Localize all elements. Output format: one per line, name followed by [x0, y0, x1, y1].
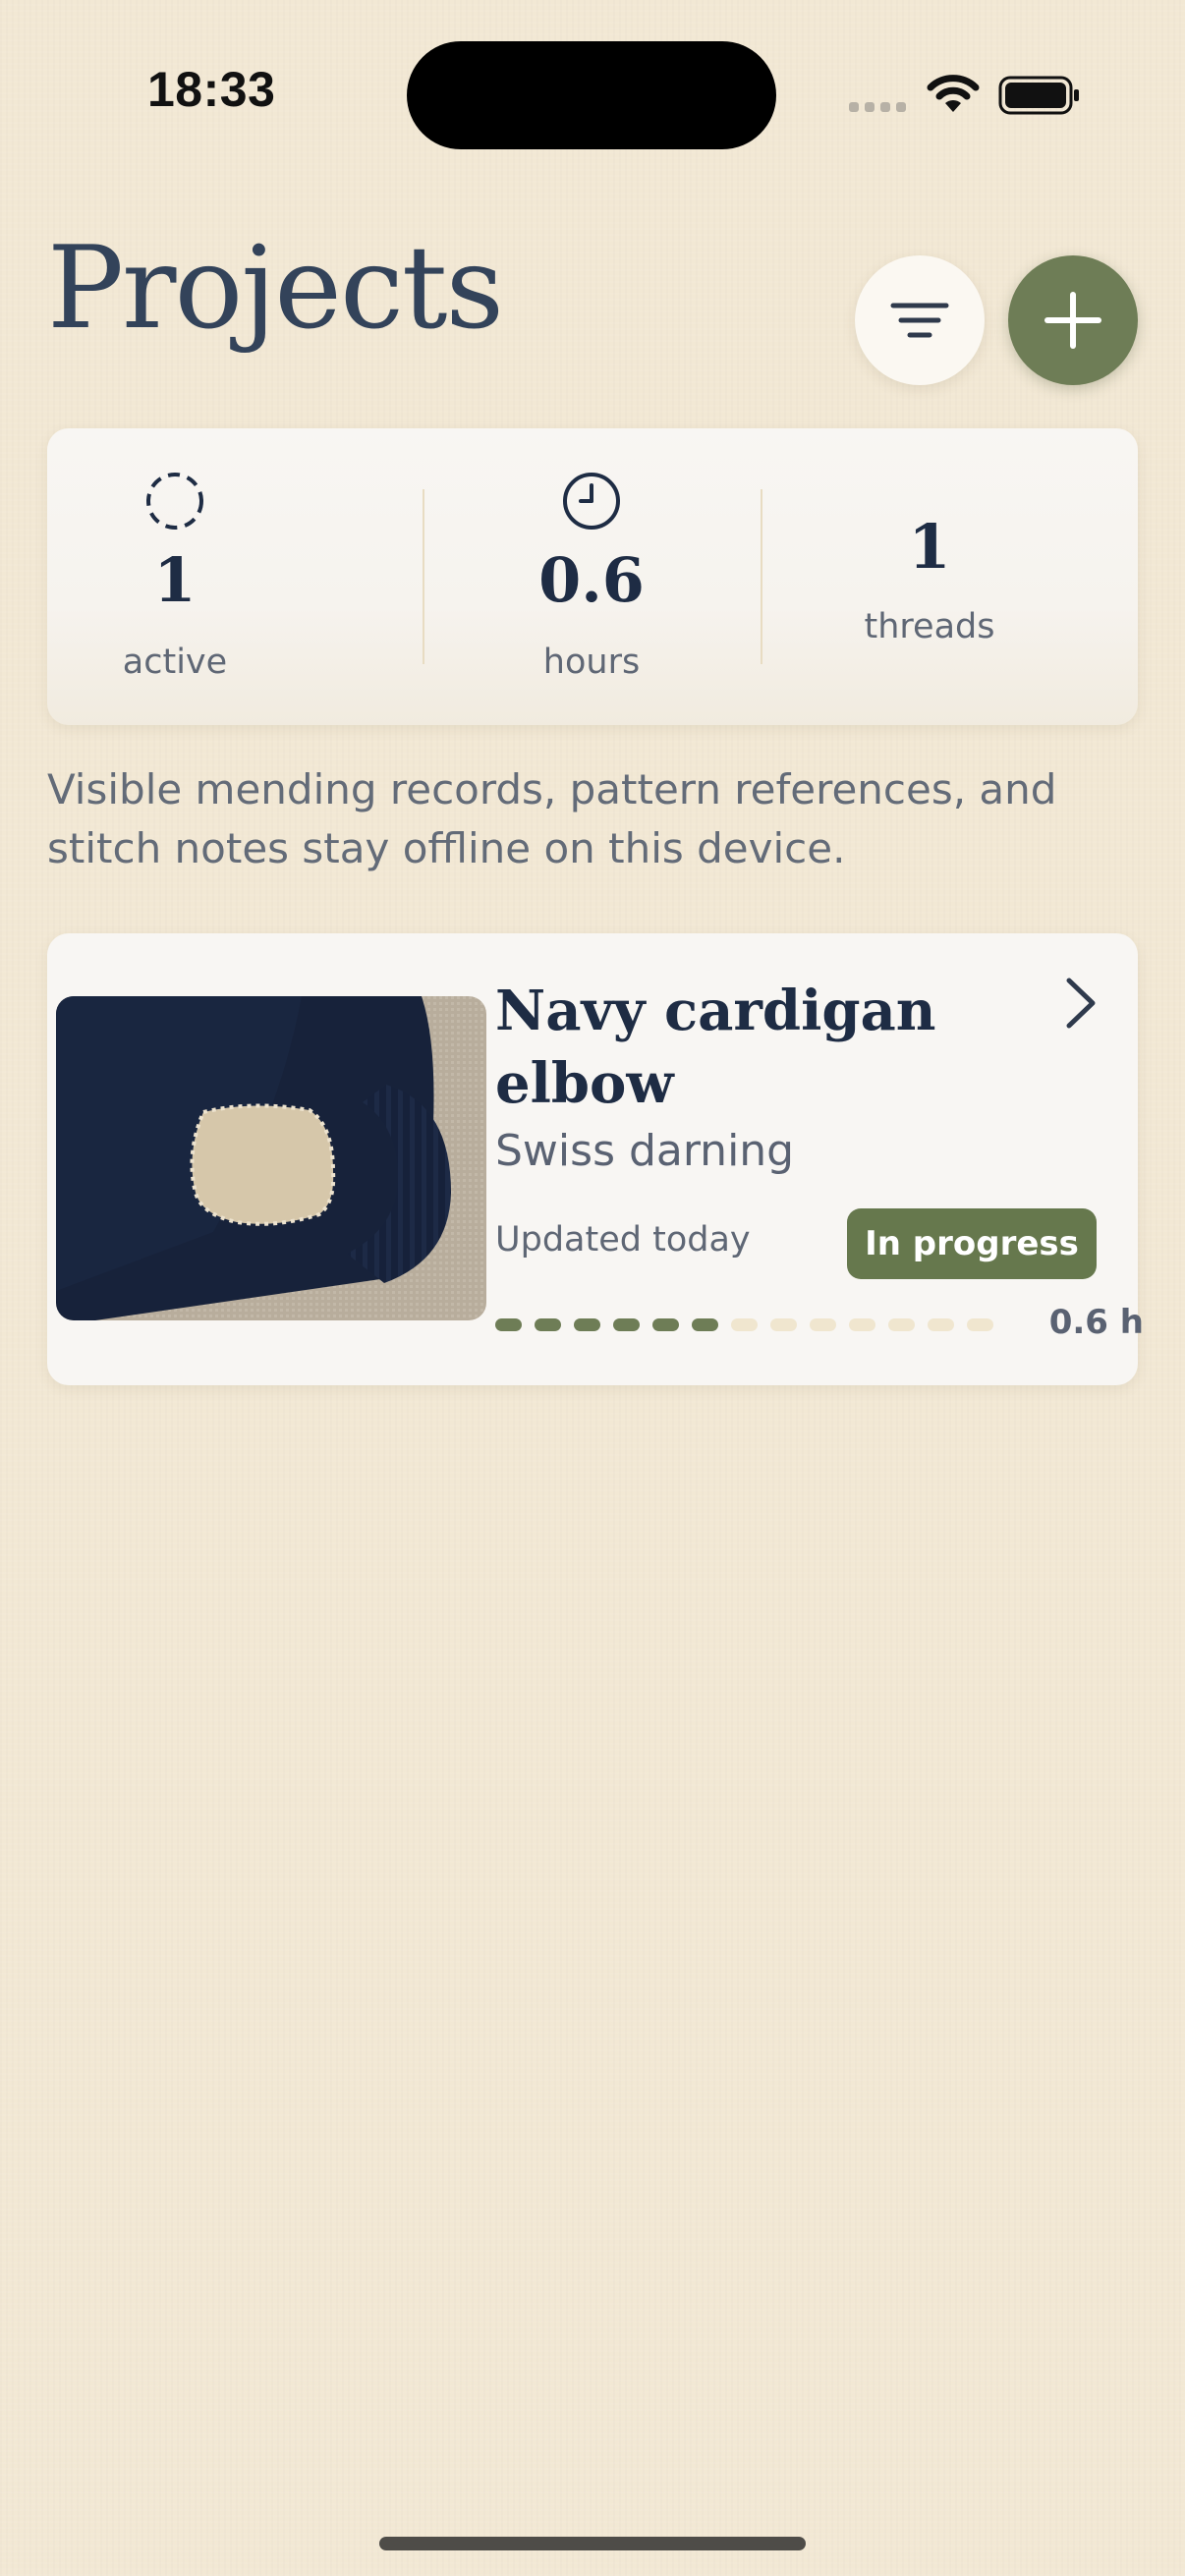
- add-project-button[interactable]: [1008, 255, 1138, 385]
- plus-icon: [1044, 292, 1101, 349]
- stat-hours-label: hours: [542, 643, 641, 682]
- progress-segment-empty: [770, 1318, 797, 1331]
- progress-bar: [495, 1318, 1036, 1332]
- stat-divider: [423, 489, 424, 664]
- stats-card: 1 active 0.6 hours 1 threads: [47, 428, 1138, 725]
- progress-segment-filled: [692, 1318, 718, 1331]
- progress-segment-filled: [613, 1318, 640, 1331]
- chevron-right-icon[interactable]: [1063, 977, 1099, 1030]
- stat-threads-value: 1: [908, 511, 951, 583]
- clock-icon: [563, 473, 620, 530]
- sweater-patch-image: [56, 996, 486, 1320]
- project-hours: 0.6 h: [1048, 1303, 1144, 1342]
- progress-segment-empty: [849, 1318, 875, 1331]
- page-title: Projects: [47, 222, 504, 355]
- battery-icon: [998, 76, 1079, 115]
- dynamic-island: [407, 41, 776, 149]
- filter-icon: [890, 303, 949, 338]
- offline-description: Visible mending records, pattern referen…: [47, 765, 1057, 872]
- project-updated: Updated today: [495, 1220, 751, 1260]
- status-badge: In progress: [847, 1208, 1097, 1279]
- progress-segment-empty: [928, 1318, 954, 1331]
- stat-divider: [761, 489, 762, 664]
- stat-threads-label: threads: [864, 607, 995, 646]
- stat-active-label: active: [122, 643, 228, 682]
- project-technique: Swiss darning: [495, 1126, 795, 1176]
- project-thumbnail: [56, 996, 486, 1320]
- progress-segment-filled: [574, 1318, 600, 1331]
- progress-segment-filled: [652, 1318, 679, 1331]
- filter-button[interactable]: [855, 255, 985, 385]
- project-title: Navy cardigan elbow: [495, 979, 936, 1116]
- progress-segment-empty: [967, 1318, 993, 1331]
- progress-segment-empty: [888, 1318, 915, 1331]
- progress-segment-empty: [731, 1318, 758, 1331]
- progress-segment-filled: [535, 1318, 561, 1331]
- stat-hours-value: 0.6: [538, 544, 645, 616]
- cellular-signal-icon: [849, 102, 906, 112]
- dashed-circle-icon: [146, 473, 203, 530]
- stat-active-value: 1: [153, 544, 197, 616]
- home-indicator[interactable]: [379, 2537, 806, 2550]
- project-card[interactable]: Navy cardigan elbow Swiss darning Update…: [47, 933, 1144, 1385]
- wifi-icon: [927, 75, 980, 112]
- progress-segment-empty: [810, 1318, 836, 1331]
- status-time: 18:33: [147, 62, 276, 117]
- progress-segment-filled: [495, 1318, 522, 1331]
